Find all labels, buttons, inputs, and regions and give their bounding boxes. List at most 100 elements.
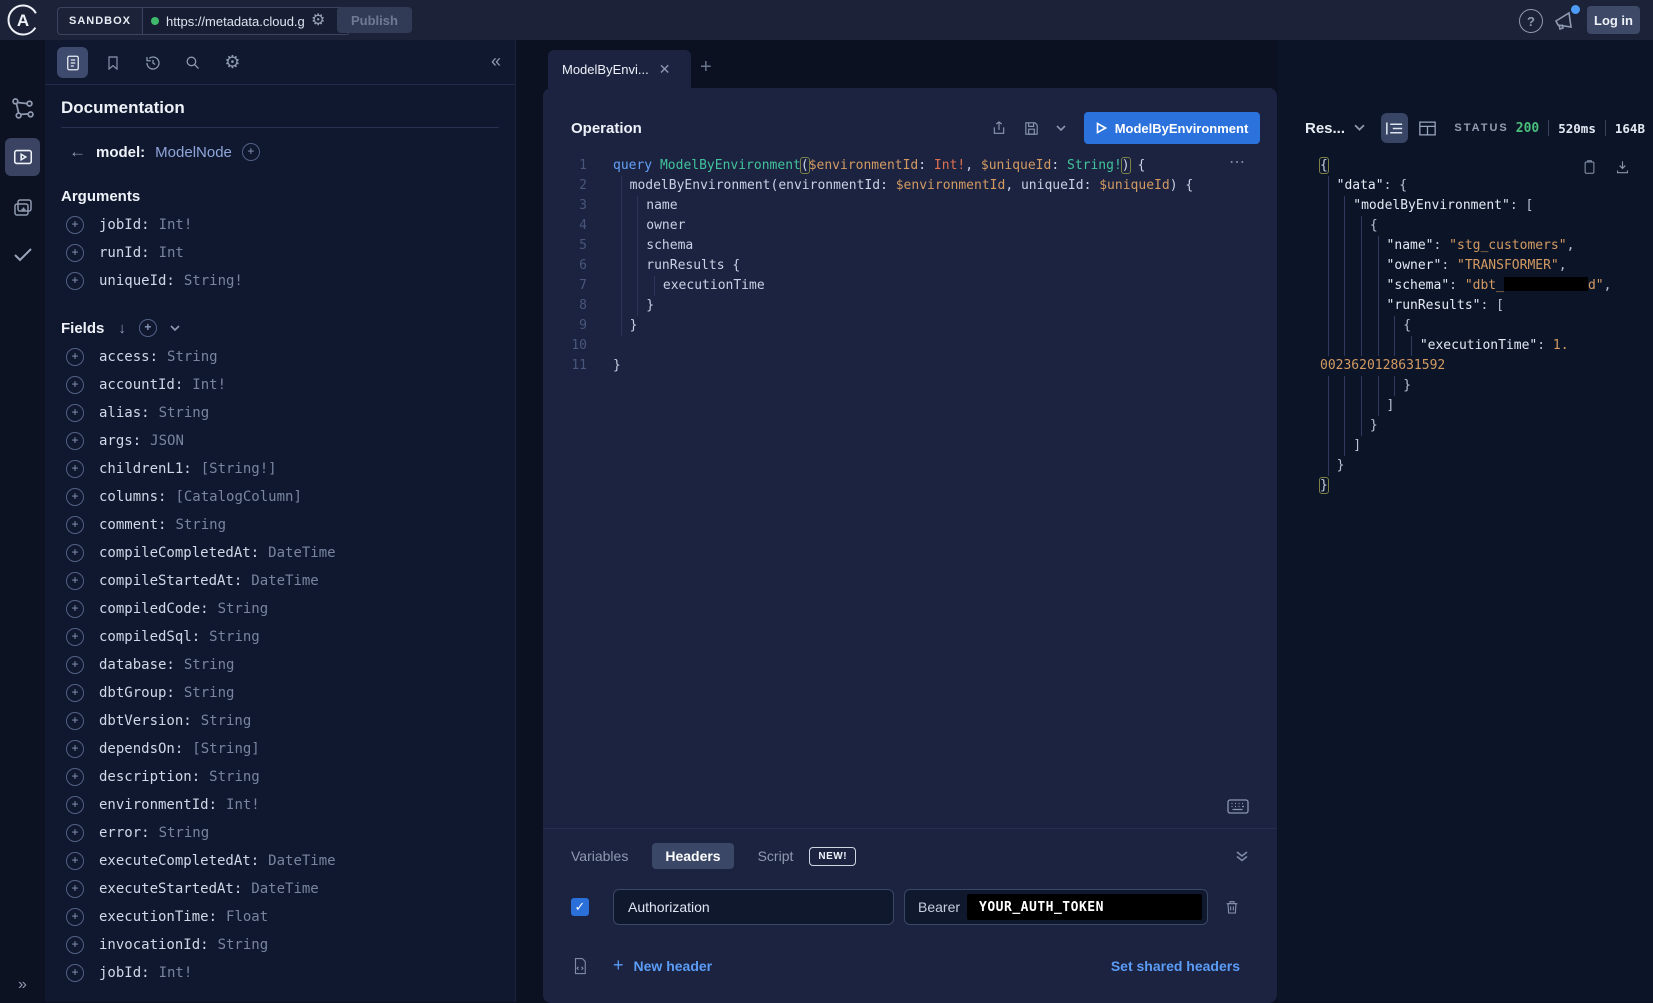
new-tab-icon[interactable]: + xyxy=(700,56,712,79)
field-type[interactable]: Int! xyxy=(226,797,260,813)
history-icon[interactable] xyxy=(137,47,168,78)
doc-field-row[interactable]: database:String xyxy=(45,651,515,679)
add-field-icon[interactable] xyxy=(66,656,84,674)
doc-field-row[interactable]: jobId:Int! xyxy=(45,211,515,239)
back-arrow-icon[interactable]: ← xyxy=(69,142,86,162)
add-field-icon[interactable] xyxy=(66,272,84,290)
field-type[interactable]: DateTime xyxy=(268,853,335,869)
endpoint-input[interactable]: https://metadata.cloud.get ⚙ xyxy=(143,8,349,34)
doc-field-row[interactable]: alias:String xyxy=(45,399,515,427)
doc-field-row[interactable]: args:JSON xyxy=(45,427,515,455)
response-title[interactable]: Res... xyxy=(1305,120,1345,137)
add-field-icon[interactable] xyxy=(66,244,84,262)
add-field-icon[interactable] xyxy=(66,936,84,954)
doc-field-row[interactable]: executeStartedAt:DateTime xyxy=(45,875,515,903)
operation-tab[interactable]: ModelByEnvi... ✕ xyxy=(548,50,691,88)
doc-field-row[interactable]: accountId:Int! xyxy=(45,371,515,399)
set-shared-headers-link[interactable]: Set shared headers xyxy=(1111,958,1240,974)
field-type[interactable]: String xyxy=(184,657,235,673)
add-field-icon[interactable] xyxy=(66,572,84,590)
doc-field-row[interactable]: dbtVersion:String xyxy=(45,707,515,735)
field-type[interactable]: String xyxy=(201,713,252,729)
field-type[interactable]: [CatalogColumn] xyxy=(175,489,301,505)
doc-field-row[interactable]: jobId:Int! xyxy=(45,959,515,987)
response-json-viewer[interactable]: {"data": {"modelByEnvironment": [{"name"… xyxy=(1278,156,1653,496)
field-type[interactable]: String xyxy=(218,601,269,617)
add-field-icon[interactable] xyxy=(66,376,84,394)
table-view-icon[interactable] xyxy=(1414,113,1441,143)
doc-field-row[interactable]: compiledCode:String xyxy=(45,595,515,623)
auth-token-value[interactable]: YOUR_AUTH_TOKEN xyxy=(967,894,1202,920)
tab-script[interactable]: Script xyxy=(758,848,794,864)
close-tab-icon[interactable]: ✕ xyxy=(659,61,671,78)
apollo-logo-icon[interactable]: A xyxy=(6,3,40,37)
header-value-input[interactable]: Bearer YOUR_AUTH_TOKEN xyxy=(904,889,1208,925)
add-field-icon[interactable] xyxy=(66,600,84,618)
pretty-print-view-icon[interactable] xyxy=(1381,113,1408,143)
response-dropdown-chevron-icon[interactable] xyxy=(1354,124,1365,132)
header-enabled-checkbox[interactable]: ✓ xyxy=(571,898,589,916)
field-type[interactable]: String xyxy=(184,685,235,701)
graphql-query-editor[interactable]: 1query ModelByEnvironment($environmentId… xyxy=(543,156,1277,376)
field-type[interactable]: String xyxy=(218,937,269,953)
keyboard-shortcuts-icon[interactable] xyxy=(1227,799,1249,814)
expand-rail-icon[interactable]: » xyxy=(0,976,45,994)
field-type[interactable]: Float xyxy=(226,909,268,925)
add-field-icon[interactable] xyxy=(66,544,84,562)
doc-field-row[interactable]: columns:[CatalogColumn] xyxy=(45,483,515,511)
run-operation-button[interactable]: ModelByEnvironment xyxy=(1084,112,1260,144)
endpoint-url[interactable]: https://metadata.cloud.get xyxy=(166,14,304,29)
doc-field-row[interactable]: compileStartedAt:DateTime xyxy=(45,567,515,595)
doc-field-row[interactable]: childrenL1:[String!] xyxy=(45,455,515,483)
login-button[interactable]: Log in xyxy=(1587,6,1640,34)
add-field-icon[interactable] xyxy=(66,684,84,702)
doc-field-row[interactable]: compiledSql:String xyxy=(45,623,515,651)
add-field-icon[interactable] xyxy=(66,908,84,926)
field-type[interactable]: JSON xyxy=(150,433,184,449)
add-field-icon[interactable] xyxy=(66,516,84,534)
help-icon[interactable]: ? xyxy=(1519,9,1543,33)
add-field-icon[interactable] xyxy=(66,796,84,814)
doc-field-row[interactable]: invocationId:String xyxy=(45,931,515,959)
doc-field-row[interactable]: dependsOn:[String] xyxy=(45,735,515,763)
save-menu-chevron-icon[interactable] xyxy=(1056,125,1066,132)
header-script-icon[interactable] xyxy=(571,956,589,976)
add-fields-icon[interactable] xyxy=(139,319,157,337)
search-icon[interactable] xyxy=(177,47,208,78)
doc-field-row[interactable]: comment:String xyxy=(45,511,515,539)
field-type[interactable]: String xyxy=(167,349,218,365)
field-type[interactable]: DateTime xyxy=(251,573,318,589)
saved-operations-bookmark-icon[interactable] xyxy=(97,47,128,78)
doc-field-row[interactable]: access:String xyxy=(45,343,515,371)
field-type[interactable]: String xyxy=(175,517,226,533)
field-type[interactable]: Int xyxy=(159,245,184,261)
add-field-icon[interactable] xyxy=(66,712,84,730)
save-operation-icon[interactable] xyxy=(1023,120,1040,137)
field-type[interactable]: DateTime xyxy=(268,545,335,561)
settings-gear-icon[interactable]: ⚙ xyxy=(217,47,248,78)
breadcrumb-type[interactable]: ModelNode xyxy=(155,144,232,161)
share-operation-icon[interactable] xyxy=(991,119,1007,137)
doc-field-row[interactable]: runId:Int xyxy=(45,239,515,267)
explorer-nav-item[interactable] xyxy=(5,138,40,176)
doc-field-row[interactable]: compileCompletedAt:DateTime xyxy=(45,539,515,567)
changelog-nav-icon[interactable] xyxy=(0,196,45,220)
add-field-icon[interactable] xyxy=(66,216,84,234)
field-type[interactable]: [String] xyxy=(192,741,259,757)
field-type[interactable]: [String!] xyxy=(201,461,277,477)
field-type[interactable]: String xyxy=(159,825,210,841)
field-type[interactable]: String! xyxy=(184,273,243,289)
announcements-megaphone-icon[interactable] xyxy=(1552,8,1578,32)
tab-headers[interactable]: Headers xyxy=(652,843,733,869)
add-field-icon[interactable] xyxy=(66,964,84,982)
field-type[interactable]: Int! xyxy=(192,377,226,393)
doc-field-row[interactable]: uniqueId:String! xyxy=(45,267,515,295)
add-all-fields-icon[interactable] xyxy=(242,143,260,161)
schema-graph-icon[interactable] xyxy=(0,96,45,122)
checks-nav-icon[interactable] xyxy=(0,242,45,266)
field-type[interactable]: String xyxy=(209,769,260,785)
tab-variables[interactable]: Variables xyxy=(571,848,628,864)
add-field-icon[interactable] xyxy=(66,824,84,842)
delete-header-icon[interactable] xyxy=(1224,898,1240,916)
doc-field-row[interactable]: dbtGroup:String xyxy=(45,679,515,707)
